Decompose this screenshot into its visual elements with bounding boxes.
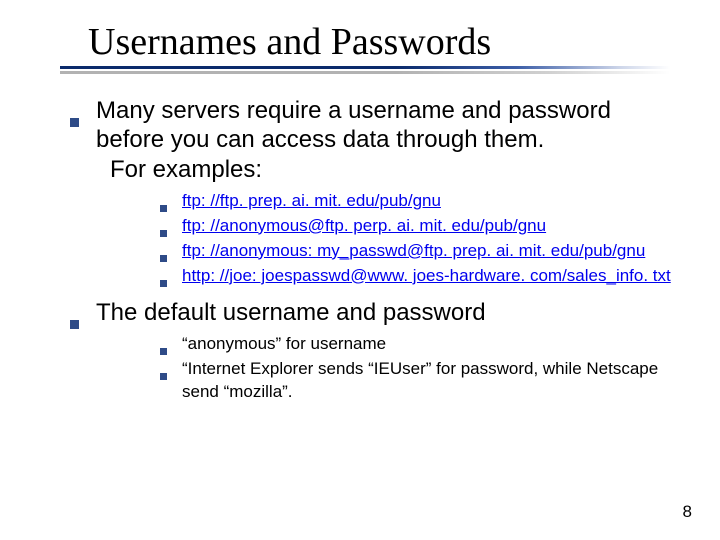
- bullet-main-1: Many servers require a username and pass…: [70, 96, 680, 288]
- ftp-link-3[interactable]: ftp: //anonymous: my_passwd@ftp. prep. a…: [182, 241, 645, 260]
- slide: Usernames and Passwords Many servers req…: [0, 0, 720, 540]
- sub-bullet-link-3: ftp: //anonymous: my_passwd@ftp. prep. a…: [160, 240, 680, 263]
- slide-body: Many servers require a username and pass…: [40, 96, 680, 404]
- square-bullet-icon: [70, 105, 79, 134]
- slide-title: Usernames and Passwords: [88, 20, 680, 64]
- page-number: 8: [683, 502, 692, 522]
- bullet-main-2: The default username and password “anony…: [70, 298, 680, 404]
- sub-bullet-2-1: “anonymous” for username: [160, 333, 680, 356]
- bullet-text: before you can access data through them.: [96, 126, 544, 153]
- sub-bullet-link-1: ftp: //ftp. prep. ai. mit. edu/pub/gnu: [160, 190, 680, 213]
- bullet-text: The default username and password: [96, 299, 486, 326]
- http-link-4[interactable]: http: //joe: joespasswd@www. joes-hardwa…: [182, 266, 671, 285]
- ftp-link-2[interactable]: ftp: //anonymous@ftp. perp. ai. mit. edu…: [182, 216, 546, 235]
- bullet-text: Many servers require a username and pass…: [96, 97, 611, 124]
- sub-bullet-link-2: ftp: //anonymous@ftp. perp. ai. mit. edu…: [160, 215, 680, 238]
- sub-bullet-text: “Internet Explorer sends “IEUser” for pa…: [182, 359, 658, 401]
- square-bullet-icon: [160, 271, 167, 294]
- bullet-text: For examples:: [110, 155, 680, 184]
- square-bullet-icon: [160, 364, 167, 387]
- sub-bullet-2-2: “Internet Explorer sends “IEUser” for pa…: [160, 358, 680, 404]
- sub-bullet-text: “anonymous” for username: [182, 334, 386, 353]
- ftp-link-1[interactable]: ftp: //ftp. prep. ai. mit. edu/pub/gnu: [182, 191, 441, 210]
- square-bullet-icon: [70, 307, 79, 336]
- title-underline: [60, 66, 670, 74]
- sub-bullet-link-4: http: //joe: joespasswd@www. joes-hardwa…: [160, 265, 680, 288]
